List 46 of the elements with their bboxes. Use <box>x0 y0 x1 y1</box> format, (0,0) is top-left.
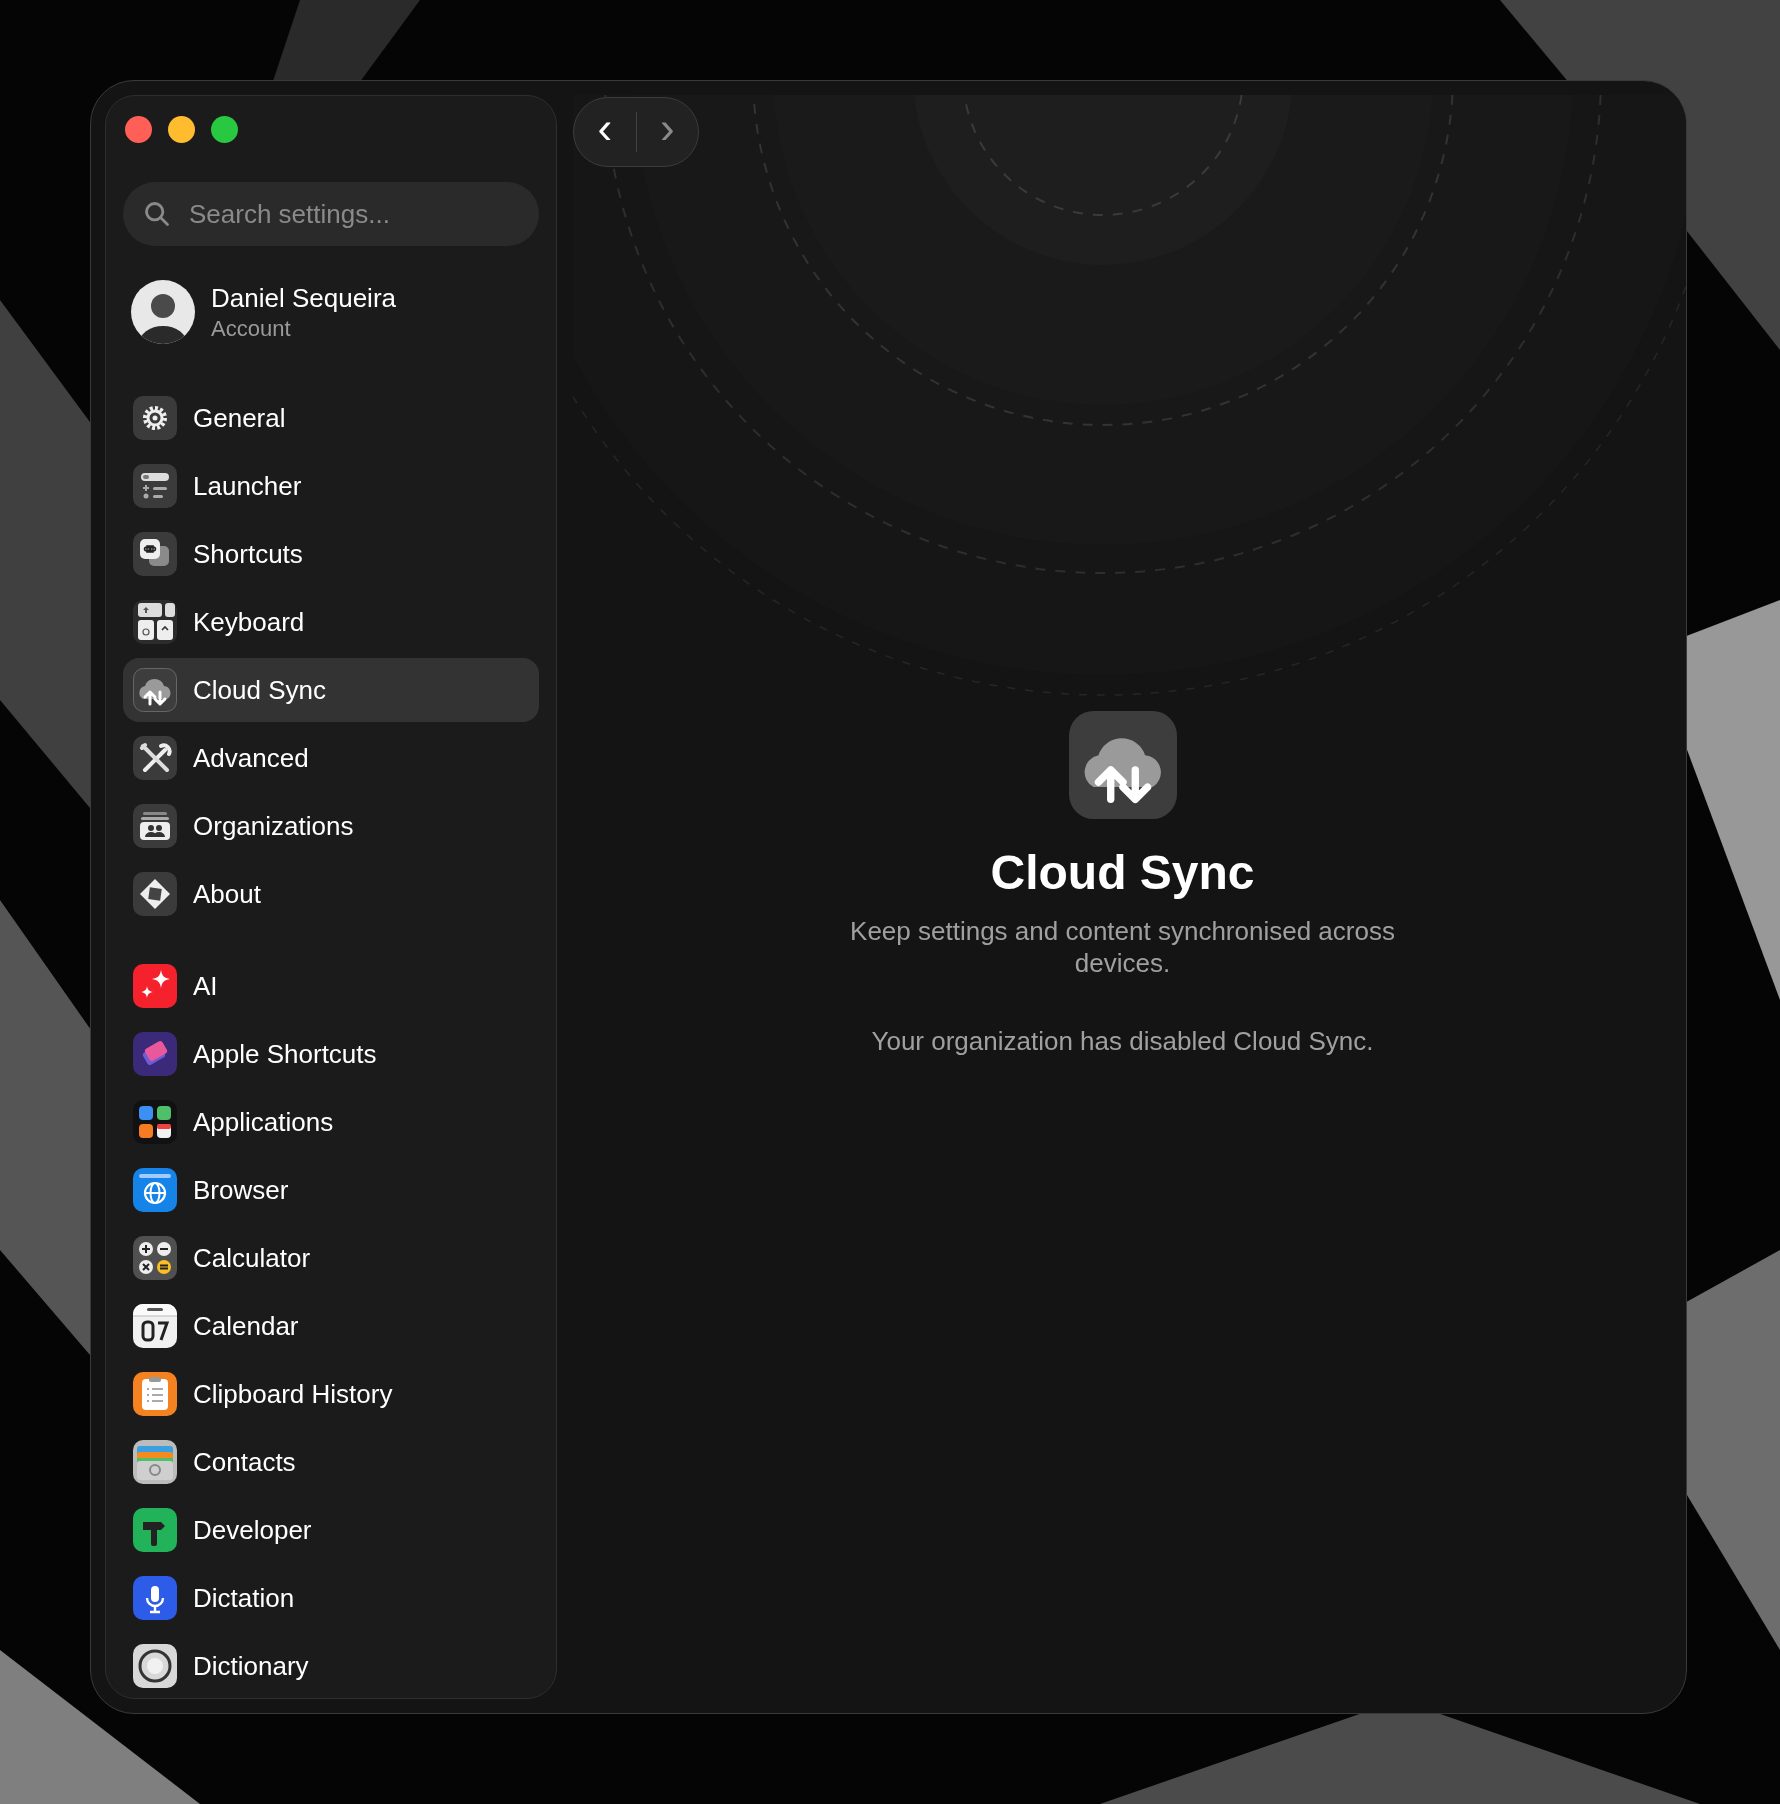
page-title: Cloud Sync <box>990 845 1255 901</box>
contact-card-icon <box>133 1440 177 1484</box>
calculator-icon <box>133 1236 177 1280</box>
clipboard-icon <box>133 1372 177 1416</box>
cloud-arrows-icon <box>1068 711 1177 819</box>
sidebar-item[interactable]: Shortcuts <box>123 522 539 586</box>
sidebar-item[interactable]: General <box>123 386 539 450</box>
sidebar-item[interactable]: Calculator <box>123 1226 539 1290</box>
sidebar-item[interactable]: Clipboard History <box>123 1362 539 1426</box>
gear-icon <box>133 396 177 440</box>
globe-icon <box>133 1168 177 1212</box>
microphone-icon <box>133 1576 177 1620</box>
layers-icon <box>133 1032 177 1076</box>
list-icon <box>133 464 177 508</box>
page-description: Keep settings and content synchronised across devices. <box>849 915 1396 979</box>
sidebar-item[interactable]: Launcher <box>123 454 539 518</box>
sidebar-item[interactable]: Browser <box>123 1158 539 1222</box>
sidebar-item[interactable]: Keyboard <box>123 590 539 654</box>
sparkles-icon <box>133 964 177 1008</box>
sidebar-item[interactable]: Developer <box>123 1498 539 1562</box>
close-button[interactable] <box>125 116 152 143</box>
calendar-icon <box>133 1304 177 1348</box>
back-button[interactable]: ‹ <box>574 98 636 166</box>
sidebar-item[interactable]: Applications <box>123 1090 539 1154</box>
account-subtitle: Account <box>211 315 292 343</box>
wrench-screwdriver-icon <box>133 736 177 780</box>
sidebar-item[interactable]: AI <box>123 954 539 1018</box>
minimize-button[interactable] <box>168 116 195 143</box>
disabled-notice: Your organization has disabled Cloud Sync. <box>871 1025 1374 1057</box>
sidebar-item[interactable]: Cloud Sync <box>123 658 539 722</box>
zoom-button[interactable] <box>211 116 238 143</box>
app-grid-icon <box>133 1100 177 1144</box>
sidebar-item[interactable]: Apple Shortcuts <box>123 1022 539 1086</box>
people-icon <box>133 804 177 848</box>
sidebar-item[interactable]: Contacts <box>123 1430 539 1494</box>
sidebar-item[interactable]: Dictation <box>123 1566 539 1630</box>
keyboard-icon <box>133 600 177 644</box>
cloud-arrows-icon <box>133 668 177 712</box>
sidebar-item[interactable]: Calendar <box>123 1294 539 1358</box>
sidebar-item[interactable]: Dictionary <box>123 1634 539 1698</box>
sidebar-item[interactable]: Advanced <box>123 726 539 790</box>
hammer-icon <box>133 1508 177 1552</box>
sidebar-item[interactable]: Organizations <box>123 794 539 858</box>
account-name: Daniel Sequeira <box>211 282 396 315</box>
search-field[interactable]: Search settings... <box>123 182 539 246</box>
sidebar-item[interactable]: About <box>123 862 539 926</box>
